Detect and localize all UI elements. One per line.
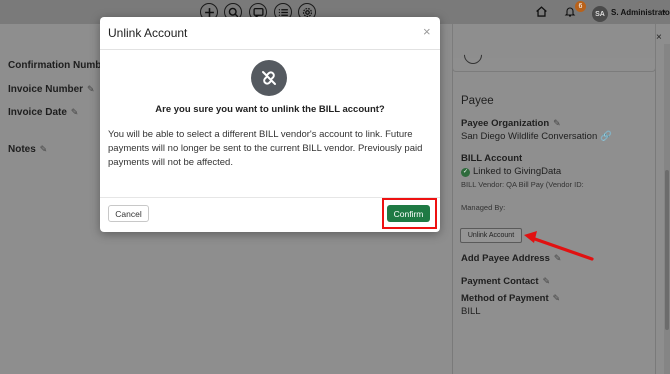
unlink-account-modal: Unlink Account × Are you sure you want t… xyxy=(100,17,440,232)
pencil-icon[interactable]: ✎ xyxy=(553,118,561,129)
close-icon[interactable]: × xyxy=(423,24,431,39)
payee-title: Payee xyxy=(461,95,494,107)
modal-body-text: You will be able to select a different B… xyxy=(108,129,423,168)
pencil-icon[interactable]: ✎ xyxy=(543,276,551,287)
modal-header: Unlink Account × xyxy=(100,17,440,50)
invoice-number-label: Invoice Number ✎ xyxy=(8,84,95,95)
upper-card xyxy=(452,24,656,72)
unlink-icon xyxy=(251,60,287,96)
pencil-icon[interactable]: ✎ xyxy=(71,107,79,118)
pencil-icon[interactable]: ✎ xyxy=(87,84,95,95)
scrollbar-thumb[interactable] xyxy=(665,170,669,330)
pencil-icon[interactable]: ✎ xyxy=(40,144,48,155)
modal-title: Unlink Account xyxy=(108,26,188,40)
link-icon[interactable]: 🔗 xyxy=(600,131,612,142)
confirm-button[interactable]: Confirm xyxy=(387,205,430,222)
method-of-payment-label: Method of Payment ✎ xyxy=(461,293,561,304)
method-of-payment-value: BILL xyxy=(461,306,481,317)
avatar[interactable]: SA xyxy=(592,6,608,22)
home-icon[interactable] xyxy=(535,5,548,18)
bill-vendor-text: BILL Vendor: QA Bill Pay (Vendor ID: xyxy=(461,180,584,189)
close-icon[interactable]: × xyxy=(656,32,662,43)
chevron-down-icon[interactable]: ▾ xyxy=(662,8,666,16)
notes-label: Notes ✎ xyxy=(8,144,48,155)
pencil-icon[interactable]: ✎ xyxy=(554,253,562,264)
payment-contact-label: Payment Contact ✎ xyxy=(461,276,551,287)
modal-question: Are you sure you want to unlink the BILL… xyxy=(155,104,385,115)
notification-badge: 6 xyxy=(575,1,586,12)
invoice-date-label: Invoice Date ✎ xyxy=(8,107,79,118)
unlink-account-button[interactable]: Unlink Account xyxy=(460,228,522,243)
managed-by-label: Managed By: xyxy=(461,203,506,212)
payee-organization-label: Payee Organization ✎ xyxy=(461,118,561,129)
linked-status: ✓ Linked to GivingData xyxy=(461,166,562,177)
check-circle-icon: ✓ xyxy=(461,168,470,177)
pencil-icon[interactable]: ✎ xyxy=(553,293,561,304)
confirmation-number-label: Confirmation Number xyxy=(8,60,111,71)
cancel-button[interactable]: Cancel xyxy=(108,205,149,222)
add-payee-address-label[interactable]: Add Payee Address ✎ xyxy=(461,253,561,264)
payee-organization-value[interactable]: San Diego Wildlife Conversation 🔗 xyxy=(461,131,612,142)
bill-account-label: BILL Account xyxy=(461,153,523,164)
